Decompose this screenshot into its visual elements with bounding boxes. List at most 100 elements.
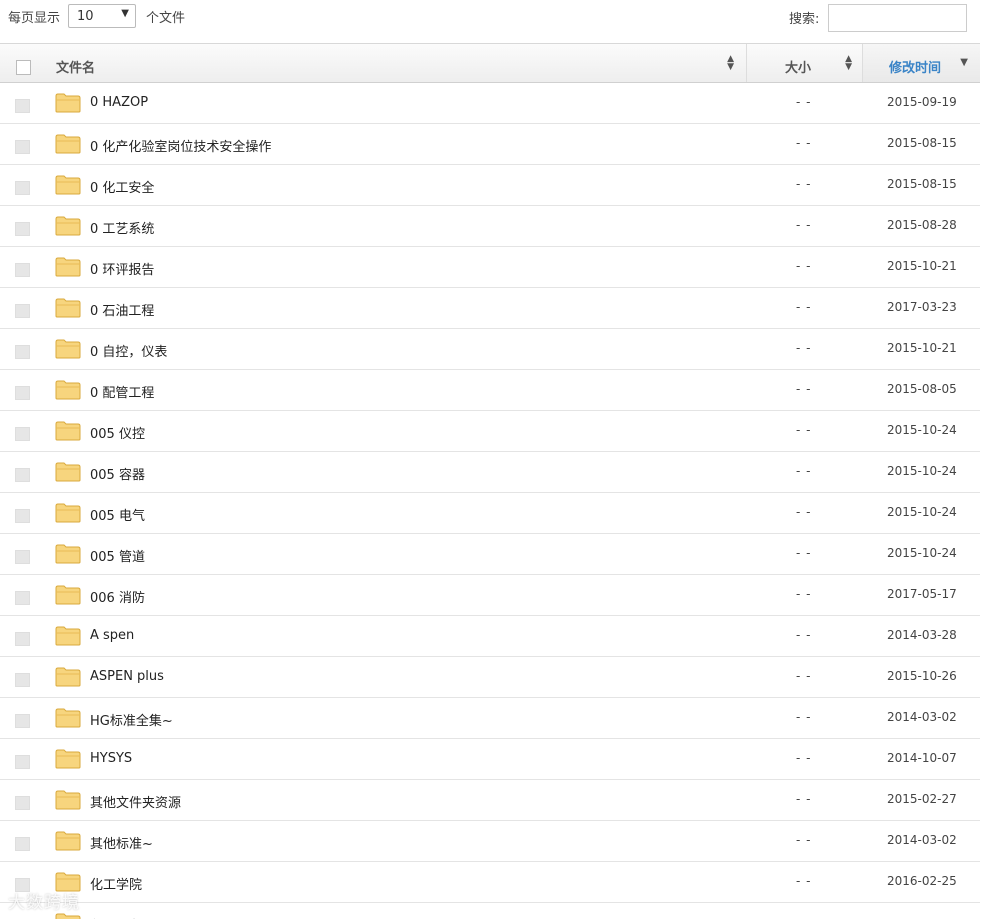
row-checkbox[interactable] xyxy=(15,632,30,646)
table-row[interactable]: 0 自控，仪表 - - 2015-10-21 xyxy=(0,329,980,370)
folder-icon[interactable] xyxy=(55,544,81,564)
file-name-link[interactable]: ASPEN plus xyxy=(90,669,164,684)
folder-icon[interactable] xyxy=(55,790,81,810)
file-size: - - xyxy=(796,259,812,273)
row-checkbox[interactable] xyxy=(15,386,30,400)
table-row[interactable]: 其他文件夹资源 - - 2015-02-27 xyxy=(0,780,980,821)
file-size: - - xyxy=(796,382,812,396)
row-checkbox[interactable] xyxy=(15,427,30,441)
column-header-size[interactable]: 大小 ▲ ▼ xyxy=(746,44,862,82)
table-row[interactable]: 005 仪控 - - 2015-10-24 xyxy=(0,411,980,452)
row-checkbox[interactable] xyxy=(15,140,30,154)
file-name-link[interactable]: 0 石油工程 xyxy=(90,300,154,319)
folder-icon[interactable] xyxy=(55,298,81,318)
folder-icon[interactable] xyxy=(55,216,81,236)
page-length-select[interactable]: 10 ▼ xyxy=(68,4,136,28)
row-checkbox[interactable] xyxy=(15,468,30,482)
file-name-link[interactable]: 化工设备 xyxy=(90,915,142,919)
folder-icon[interactable] xyxy=(55,462,81,482)
file-name-link[interactable]: 0 化工安全 xyxy=(90,177,154,196)
table-row[interactable]: 005 容器 - - 2015-10-24 xyxy=(0,452,980,493)
folder-icon[interactable] xyxy=(55,667,81,687)
file-name-link[interactable]: 005 容器 xyxy=(90,464,145,483)
file-name-link[interactable]: 0 化产化验室岗位技术安全操作 xyxy=(90,136,271,155)
row-checkbox[interactable] xyxy=(15,263,30,277)
sort-icon: ▲ ▼ xyxy=(727,54,734,72)
table-row[interactable]: 0 石油工程 - - 2017-03-23 xyxy=(0,288,980,329)
row-checkbox[interactable] xyxy=(15,304,30,318)
table-row[interactable]: HG标准全集~ - - 2014-03-02 xyxy=(0,698,980,739)
row-checkbox[interactable] xyxy=(15,591,30,605)
file-size: - - xyxy=(796,218,812,232)
table-row[interactable]: HYSYS - - 2014-10-07 xyxy=(0,739,980,780)
table-row[interactable]: 006 消防 - - 2017-05-17 xyxy=(0,575,980,616)
table-row[interactable]: 0 化产化验室岗位技术安全操作 - - 2015-08-15 xyxy=(0,124,980,165)
row-checkbox[interactable] xyxy=(15,222,30,236)
folder-icon[interactable] xyxy=(55,339,81,359)
row-checkbox[interactable] xyxy=(15,550,30,564)
file-name-link[interactable]: 005 电气 xyxy=(90,505,145,524)
file-name-link[interactable]: 005 管道 xyxy=(90,546,145,565)
file-name-link[interactable]: 0 HAZOP xyxy=(90,95,148,110)
file-name-link[interactable]: HYSYS xyxy=(90,751,132,766)
file-name-link[interactable]: 化工学院 xyxy=(90,874,142,893)
folder-icon[interactable] xyxy=(55,708,81,728)
column-header-name[interactable]: 文件名 ▲ ▼ xyxy=(48,44,746,82)
table-row[interactable]: 0 HAZOP - - 2015-09-19 xyxy=(0,83,980,124)
row-checkbox[interactable] xyxy=(15,714,30,728)
file-size: - - xyxy=(796,546,812,560)
table-row[interactable]: 0 配管工程 - - 2015-08-05 xyxy=(0,370,980,411)
table-row[interactable]: 0 化工安全 - - 2015-08-15 xyxy=(0,165,980,206)
file-name-link[interactable]: 其他文件夹资源 xyxy=(90,792,181,811)
table-row[interactable]: 005 管道 - - 2015-10-24 xyxy=(0,534,980,575)
search-input[interactable] xyxy=(828,4,967,32)
file-name-link[interactable]: A spen xyxy=(90,628,134,643)
table-row[interactable]: 其他标准~ - - 2014-03-02 xyxy=(0,821,980,862)
row-checkbox[interactable] xyxy=(15,181,30,195)
file-name-link[interactable]: 0 自控，仪表 xyxy=(90,341,167,360)
folder-icon[interactable] xyxy=(55,175,81,195)
page-length-suffix: 个文件 xyxy=(146,11,186,26)
table-row[interactable]: 005 电气 - - 2015-10-24 xyxy=(0,493,980,534)
page-length-label: 每页显示 xyxy=(8,11,61,26)
folder-icon[interactable] xyxy=(55,134,81,154)
folder-icon[interactable] xyxy=(55,503,81,523)
file-modified: 2015-08-05 xyxy=(887,382,957,396)
file-modified: 2015-10-21 xyxy=(887,259,957,273)
file-name-link[interactable]: HG标准全集~ xyxy=(90,710,173,729)
table-row[interactable]: 0 工艺系统 - - 2015-08-28 xyxy=(0,206,980,247)
row-checkbox[interactable] xyxy=(15,755,30,769)
row-checkbox[interactable] xyxy=(15,99,30,113)
file-name-link[interactable]: 0 工艺系统 xyxy=(90,218,154,237)
folder-icon[interactable] xyxy=(55,585,81,605)
file-name-link[interactable]: 0 环评报告 xyxy=(90,259,154,278)
row-checkbox[interactable] xyxy=(15,345,30,359)
header-select-all[interactable] xyxy=(0,44,48,82)
file-size: - - xyxy=(796,177,812,191)
folder-icon[interactable] xyxy=(55,626,81,646)
file-name-link[interactable]: 其他标准~ xyxy=(90,833,153,852)
row-checkbox[interactable] xyxy=(15,837,30,851)
folder-icon[interactable] xyxy=(55,93,81,113)
folder-icon[interactable] xyxy=(55,421,81,441)
folder-icon[interactable] xyxy=(55,749,81,769)
column-header-name-label: 文件名 xyxy=(56,61,96,76)
table-row[interactable]: 化工学院 - - 2016-02-25 xyxy=(0,862,980,903)
folder-icon[interactable] xyxy=(55,257,81,277)
column-header-modified[interactable]: 修改时间 ▼ xyxy=(862,44,980,82)
file-size: - - xyxy=(796,587,812,601)
file-name-link[interactable]: 006 消防 xyxy=(90,587,145,606)
folder-icon[interactable] xyxy=(55,913,81,919)
table-row[interactable]: 0 环评报告 - - 2015-10-21 xyxy=(0,247,980,288)
folder-icon[interactable] xyxy=(55,831,81,851)
table-row[interactable]: A spen - - 2014-03-28 xyxy=(0,616,980,657)
file-name-link[interactable]: 0 配管工程 xyxy=(90,382,154,401)
folder-icon[interactable] xyxy=(55,380,81,400)
row-checkbox[interactable] xyxy=(15,509,30,523)
row-checkbox[interactable] xyxy=(15,673,30,687)
select-all-checkbox[interactable] xyxy=(16,60,31,75)
table-row[interactable]: ASPEN plus - - 2015-10-26 xyxy=(0,657,980,698)
file-name-link[interactable]: 005 仪控 xyxy=(90,423,145,442)
row-checkbox[interactable] xyxy=(15,796,30,810)
table-row[interactable]: 化工设备 xyxy=(0,903,980,919)
